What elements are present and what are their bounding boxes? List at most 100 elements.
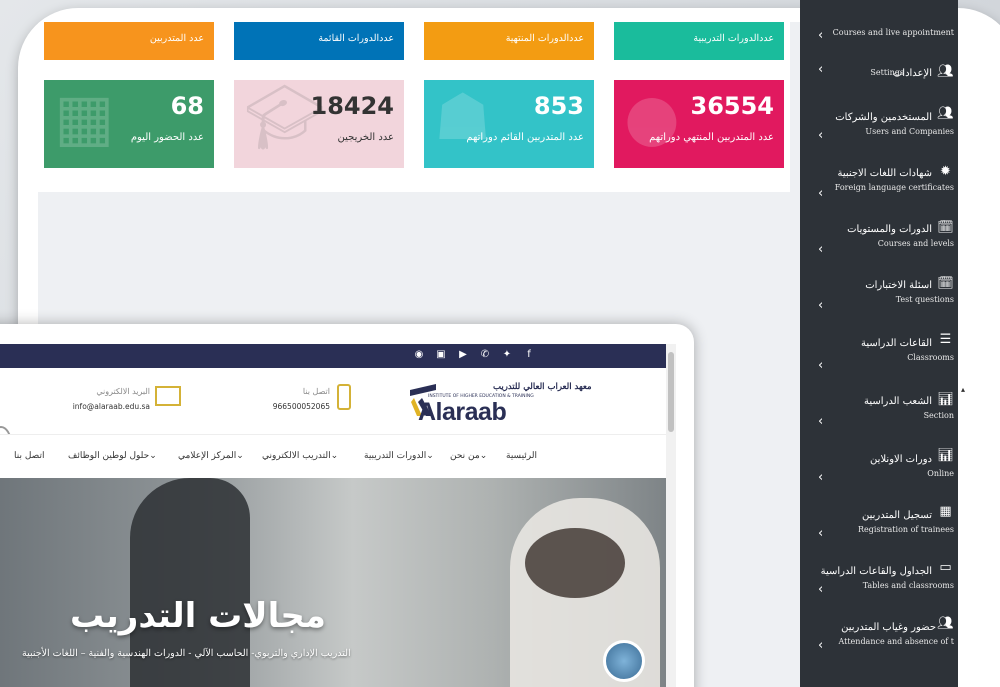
certificate-icon: ✹ [940, 164, 951, 179]
site-header [0, 368, 666, 462]
stat-value: 18424 [310, 92, 395, 120]
hero-person-head [525, 528, 625, 598]
sidebar-item-label: دورات الاونلاين [870, 454, 932, 465]
chevron-left-icon: ‹ [818, 526, 824, 541]
stat-card-active-trainees[interactable]: ☗ 853 عدد المتدربين القائم دوراتهم [424, 80, 594, 168]
chevron-left-icon: ‹ [818, 414, 824, 429]
nav-e-learning[interactable]: التدريب الالكتروني⌄ [262, 451, 338, 461]
admin-sidebar: ‹ Courses and live appointment ‹ 👥︎ الإع… [800, 0, 958, 687]
sidebar-item-label: الشعب الدراسية [863, 396, 932, 407]
logo-arabic: معهد العراب العالي للتدريب [493, 382, 592, 392]
stat-strip-finished-courses[interactable]: عددالدورات المنتهية [424, 22, 594, 60]
website-scrollbar[interactable] [666, 344, 676, 687]
sidebar-item-registration[interactable]: ‹ ▦ تسجيل المتدربين Registration of trai… [800, 502, 958, 560]
stat-value: 853 [533, 92, 584, 120]
website-window: ◉ ▣ ▶ ✆ ✦ f معهد العراب العالي للتدريب I… [0, 324, 694, 687]
monitor-icon: ▭ [939, 560, 952, 575]
bar-chart-icon: 📊︎ [937, 448, 954, 463]
chevron-left-icon: ‹ [818, 470, 824, 485]
hero-thumbnail[interactable] [603, 640, 645, 682]
sidebar-item-test-questions[interactable]: ‹ 🗓︎ اسئلة الاختبارات Test questions [800, 274, 958, 332]
grid-calendar-icon: ▦ [939, 504, 952, 519]
nav-contact[interactable]: اتصل بنا [14, 451, 44, 461]
social-topbar: ◉ ▣ ▶ ✆ ✦ f [0, 344, 666, 368]
sidebar-item-users-companies[interactable]: ‹ 👥︎ المستخدمين والشركات Users and Compa… [800, 104, 958, 162]
scroll-arrow-icon[interactable]: ▴ [961, 385, 965, 394]
twitter-icon[interactable]: ✦ [500, 349, 514, 360]
sidebar-item-courses-levels[interactable]: ‹ 🗓︎ الدورات والمستويات Courses and leve… [800, 218, 958, 276]
sidebar-item-classrooms[interactable]: ‹ ☰ القاعات الدراسية Classrooms [800, 330, 958, 388]
stat-strip-label: عددالدورات المنتهية [505, 33, 584, 44]
nav-training-courses[interactable]: الدورات التدريبية⌄ [364, 451, 434, 461]
stat-card-attendance[interactable]: ▦ 68 عدد الحضور اليوم [44, 80, 214, 168]
chevron-left-icon: ‹ [818, 582, 824, 597]
stat-label: عدد المتدربين القائم دوراتهم [466, 132, 584, 143]
people-icon: 👥︎ [937, 616, 954, 631]
sidebar-item-label: القاعات الدراسية [861, 338, 932, 349]
stat-card-graduates[interactable]: 🎓︎ 18424 عدد الخريجين [234, 80, 404, 168]
chevron-left-icon: ‹ [818, 62, 824, 77]
stat-label: عدد الخريجين [337, 132, 394, 143]
camera-icon[interactable]: ▣ [434, 349, 448, 360]
chevron-left-icon: ‹ [818, 28, 824, 43]
sidebar-item-label-en: Test questions [895, 295, 954, 304]
sidebar-item-section[interactable]: ‹ 📊︎ الشعب الدراسية Section [800, 390, 958, 448]
chevron-left-icon: ‹ [818, 242, 824, 257]
hero-subtitle: التدريب الإداري والتربوي- الحاسب الآلي -… [22, 648, 351, 659]
chevron-left-icon: ‹ [818, 638, 824, 653]
nav-job-solutions[interactable]: حلول لوطين الوظائف⌄ [68, 451, 157, 461]
screenshot-stage: عدد المتدربين عددالدورات القائمة عددالدو… [0, 0, 1000, 687]
sidebar-item-label: حضور وغياب المتدربين [841, 622, 936, 633]
sidebar-item-label-en: Courses and live appointment [832, 28, 954, 37]
sidebar-item-attendance[interactable]: ‹ 👥︎ حضور وغياب المتدربين Attendance and… [800, 614, 958, 672]
stat-strip-training-courses[interactable]: عددالدورات التدريبية [614, 22, 784, 60]
instagram-icon[interactable]: ◉ [412, 349, 426, 360]
stat-strip-trainees[interactable]: عدد المتدربين [44, 22, 214, 60]
logo-text[interactable]: Alaraab [418, 398, 507, 427]
sidebar-item-online[interactable]: ‹ 📊︎ دورات الاونلاين Online [800, 446, 958, 504]
youtube-icon[interactable]: ▶ [456, 349, 470, 360]
sidebar-item-label-en: Foreign language certificates [834, 183, 954, 192]
nav-home[interactable]: الرئيسية [506, 451, 537, 461]
chevron-left-icon: ‹ [818, 358, 824, 373]
stat-strip-label: عددالدورات التدريبية [693, 33, 774, 44]
phone-label: اتصل بنا [302, 387, 330, 396]
stat-card-finished-trainees[interactable]: ● 36554 عدد المتدربين المنتهي دوراتهم [614, 80, 784, 168]
stat-strip-running-courses[interactable]: عددالدورات القائمة [234, 22, 404, 60]
sidebar-item-label-en: Attendance and absence of t [838, 637, 954, 646]
calendar-icon: 🗓︎ [937, 276, 954, 291]
nav-about[interactable]: من نحن⌄ [450, 451, 487, 461]
email-label: البريد الالكتروني [96, 387, 150, 396]
hero-banner: مجالات التدريب التدريب الإداري والتربوي-… [0, 478, 666, 687]
chevron-left-icon: ‹ [818, 298, 824, 313]
sidebar-item-label: الجداول والقاعات الدراسية [820, 566, 932, 577]
mail-icon [155, 386, 181, 406]
sidebar-item-label-en: Courses and levels [877, 239, 954, 248]
table-icon: ☰ [939, 332, 952, 347]
calendar-icon: 🗓︎ [937, 220, 954, 235]
nav-media-center[interactable]: المركز الإعلامي⌄ [178, 451, 244, 461]
sidebar-item-label: تسجيل المتدربين [861, 510, 932, 521]
sidebar-item-tables-classrooms[interactable]: ‹ ▭ الجداول والقاعات الدراسية Tables and… [800, 558, 958, 616]
sidebar-item-label: اسئلة الاختبارات [865, 280, 932, 291]
sidebar-item-language-certificates[interactable]: ‹ ✹ شهادات اللغات الاجنبية Foreign langu… [800, 162, 958, 220]
facebook-icon[interactable]: f [522, 349, 536, 360]
stat-label: عدد المتدربين المنتهي دوراتهم [649, 132, 774, 143]
stat-value: 68 [170, 92, 204, 120]
sidebar-item-label-en: Users and Companies [865, 127, 954, 136]
stat-label: عدد الحضور اليوم [130, 132, 204, 143]
sidebar-item-label-en: Registration of trainees [857, 525, 954, 534]
people-icon: 👥︎ [937, 106, 954, 121]
bar-chart-icon: 📊︎ [937, 392, 954, 407]
sidebar-item-label-en: Online [927, 469, 954, 478]
stat-strip-label: عددالدورات القائمة [318, 33, 394, 44]
scrollbar-thumb[interactable] [668, 352, 674, 432]
chevron-left-icon: ‹ [818, 186, 824, 201]
phone-number[interactable]: 966500052065 [270, 402, 330, 411]
email-address[interactable]: info@alaraab.edu.sa [60, 402, 150, 411]
stat-strip-label: عدد المتدربين [149, 33, 204, 44]
sidebar-item-label: المستخدمين والشركات [835, 112, 932, 123]
whatsapp-icon[interactable]: ✆ [478, 349, 492, 360]
calendar-check-icon: ▦ [54, 81, 115, 155]
stat-value: 36554 [690, 92, 775, 120]
